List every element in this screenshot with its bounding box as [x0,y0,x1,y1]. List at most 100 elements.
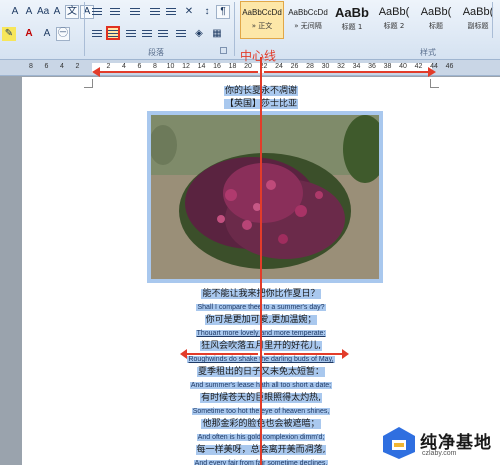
numbering-button[interactable] [108,5,122,19]
distributed-button[interactable] [156,27,170,41]
style-sample: AaBb( [420,6,452,18]
enclosed-char-icon: ㊀ [58,28,68,39]
style-name: » 正文 [251,22,273,30]
style-name: » 无间隔 [294,22,322,30]
style-name: 标题 1 [341,23,363,31]
ruler-number: 6 [44,63,49,70]
align-center-button[interactable] [106,26,120,40]
style-normal[interactable]: AaBbCcDd » 正文 [240,1,284,39]
ruler-number: 18 [228,63,237,70]
font-color-button[interactable]: A [22,27,36,41]
arrow-left-icon [180,349,187,359]
style-sample: AaBbCcDd [242,8,282,17]
highlight-color-button[interactable]: ✎ [2,27,16,41]
grow-font-button[interactable]: A [8,5,22,19]
ruler-number: 20 [244,63,252,70]
ruler-number: 4 [60,63,64,70]
ruler-number: 38 [383,63,392,70]
shrub-image [151,115,379,279]
borders-button[interactable]: ▦ [210,27,224,41]
right-margin-arrow [264,71,428,73]
center-guide-line [260,57,262,465]
ruler-number: 8 [29,63,33,70]
photo-selection[interactable] [147,111,383,283]
paint-bucket-icon: ◈ [195,28,203,39]
styles-group: AaBbCcDd » 正文 AaBbCcDd » 无间隔 AaBb 标题 1 A… [236,0,500,57]
sort-button[interactable]: ↕ [200,5,214,19]
arrow-right-icon [342,349,349,359]
pilcrow-icon: ¶ [220,6,226,17]
justify-button[interactable] [140,27,154,41]
line-spacing-icon [176,30,186,38]
arrow-left-icon [92,67,100,77]
paragraph-group: ✕ ↕ ¶ ◈ ▦ 段落 [84,0,232,57]
shrink-font-button[interactable]: A [22,5,36,19]
ruler-number: 34 [352,63,361,70]
style-name: 标题 2 [383,22,405,30]
distributed-icon [158,30,168,38]
center-line-label: 中心线 [240,49,277,63]
ruler-number: 32 [337,63,345,70]
align-center-icon [108,30,118,38]
ruler-number: 28 [306,63,314,70]
align-right-button[interactable] [124,27,138,41]
ruler-number: 46 [445,63,454,70]
brand-logo-icon [383,427,415,459]
ruler-number: 30 [321,63,330,70]
ruler-number: 24 [275,63,283,70]
align-right-icon [126,30,136,38]
shrub-photo[interactable] [151,115,379,279]
borders-icon: ▦ [212,28,222,39]
bullets-icon [92,8,102,16]
left-margin-arrow [96,71,258,73]
ruler-number: 2 [106,63,111,70]
ribbon-separator [234,2,235,56]
watermark-url: czlaby.com [422,450,457,457]
chinese-layout-icon: ✕ [184,6,194,17]
ruler-number: 12 [182,63,190,70]
show-marks-button[interactable]: ¶ [216,5,230,19]
ruler-number: 22 [259,63,268,70]
style-sample: AaBb [335,5,369,20]
ruler-number: 42 [414,63,423,70]
ruler-number: 8 [153,63,157,70]
ruler-number: 36 [368,63,376,70]
arrow-right-icon [428,67,436,77]
line-width-arrow-right [264,353,342,355]
font-group: A A Aa A 文 A ✎ A A ㊀ [0,0,94,46]
style-title[interactable]: AaBb( 标题 [414,1,458,39]
change-case-button[interactable]: Aa [36,5,50,19]
multilevel-list-button[interactable] [128,5,142,19]
clear-format-button[interactable]: A [50,5,64,19]
increase-indent-button[interactable] [164,5,178,19]
paragraph-dialog-launcher[interactable] [220,47,227,54]
style-name: 标题 [429,22,443,30]
justify-icon [142,30,152,38]
ruler-number: 4 [122,63,126,70]
bullets-button[interactable] [90,5,104,19]
styles-group-label: 样式 [420,48,436,57]
line-width-arrow-left [186,353,258,355]
chinese-layout-button[interactable]: ✕ [182,5,196,19]
ruler-number: 10 [166,63,175,70]
align-left-button[interactable] [90,27,104,41]
ruler-number: 16 [213,63,221,70]
decrease-indent-icon [150,8,160,16]
numbering-icon [110,8,120,16]
style-heading-1[interactable]: AaBb 标题 1 [330,1,374,39]
ruler-number: 26 [290,63,299,70]
style-no-spacing[interactable]: AaBbCcDd » 无间隔 [286,1,330,39]
multilevel-list-icon [130,8,140,16]
increase-indent-icon [166,8,176,16]
phonetic-guide-button[interactable]: 文 [65,5,79,19]
ruler-number: 2 [75,63,80,70]
shading-button[interactable]: ◈ [192,27,206,41]
styles-scrollbar[interactable] [492,2,500,38]
decrease-indent-button[interactable] [148,5,162,19]
line-spacing-button[interactable] [174,27,188,41]
char-shading-button[interactable]: A [40,27,54,41]
sort-icon: ↕ [204,6,210,17]
style-heading-2[interactable]: AaBb( 标题 2 [372,1,416,39]
ruler-number: 14 [197,63,206,70]
enclosed-char-button[interactable]: ㊀ [56,27,70,41]
